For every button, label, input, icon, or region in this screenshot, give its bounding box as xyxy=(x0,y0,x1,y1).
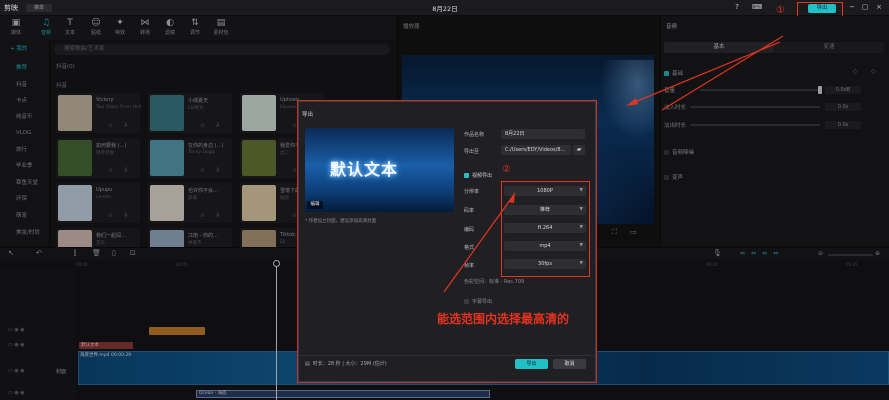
arrow-to-dialog xyxy=(661,35,784,111)
arrow-to-resolution xyxy=(443,195,514,293)
arrow-head xyxy=(508,192,515,203)
annotation-arrows xyxy=(443,35,784,293)
arrow-head xyxy=(626,98,638,106)
